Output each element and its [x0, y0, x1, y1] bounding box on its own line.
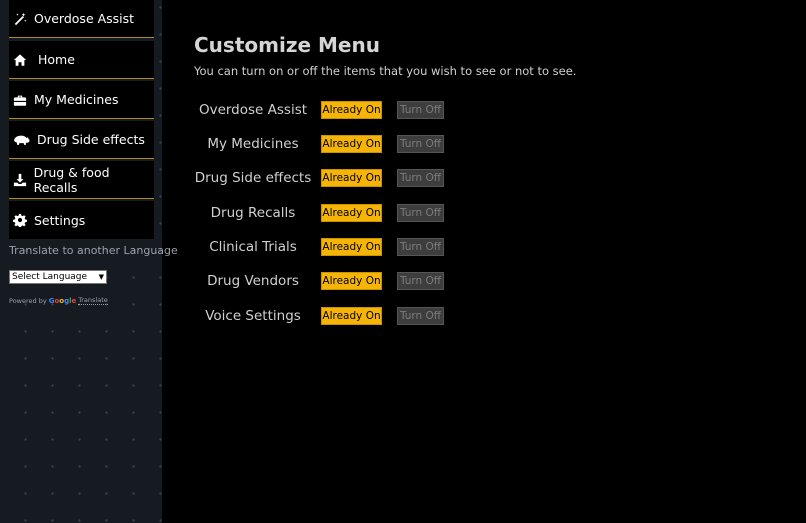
medicine-kit-icon [12, 92, 28, 108]
sidebar-item-label: Home [38, 52, 75, 67]
language-select-value: Select Language [12, 272, 88, 282]
already-on-button[interactable]: Already On [321, 238, 382, 256]
home-icon [12, 52, 28, 68]
menu-toggle-row: Drug Side effects Already On Turn Off [194, 168, 444, 188]
app: Overdose Assist Home My Medicines Drug S… [0, 0, 806, 523]
gear-icon [12, 212, 28, 228]
sidebar-item-label: My Medicines [34, 92, 119, 107]
menu-item-label: Voice Settings [205, 308, 301, 324]
menu-item-label: Clinical Trials [209, 239, 297, 255]
language-select[interactable]: Select Language ▼ [9, 270, 107, 284]
magic-wand-icon [12, 11, 28, 27]
translate-label: Translate to another Language [9, 244, 178, 257]
turn-off-button[interactable]: Turn Off [397, 238, 444, 256]
google-logo: Google [48, 296, 77, 305]
turn-off-button[interactable]: Turn Off [397, 204, 444, 222]
page-subtitle: You can turn on or off the items that yo… [194, 64, 577, 78]
sidebar-item-drug-food-recalls[interactable]: Drug & food Recalls [9, 161, 154, 199]
menu-toggle-row: Clinical Trials Already On Turn Off [194, 237, 444, 257]
sidebar-item-label: Settings [34, 212, 86, 228]
sidebar-item-settings[interactable]: Settings [9, 201, 154, 239]
chevron-down-icon: ▼ [98, 273, 104, 281]
powered-by-label: Powered by [9, 296, 47, 305]
sidebar-item-drug-side-effects[interactable]: Drug Side effects [9, 121, 154, 159]
turn-off-button[interactable]: Turn Off [397, 272, 444, 290]
already-on-button[interactable]: Already On [321, 307, 382, 325]
menu-item-label: Drug Vendors [207, 273, 299, 289]
sidebar-item-label: Drug Side effects [37, 132, 145, 147]
download-icon [12, 172, 28, 188]
already-on-button[interactable]: Already On [321, 135, 382, 153]
menu-toggle-row: Overdose Assist Already On Turn Off [194, 100, 444, 120]
turn-off-button[interactable]: Turn Off [397, 169, 444, 187]
sidebar-item-overdose-assist[interactable]: Overdose Assist [9, 0, 154, 38]
turn-off-button[interactable]: Turn Off [397, 307, 444, 325]
already-on-button[interactable]: Already On [321, 169, 382, 187]
menu-item-label: Drug Recalls [210, 205, 296, 221]
turn-off-button[interactable]: Turn Off [397, 135, 444, 153]
menu-toggle-row: Voice Settings Already On Turn Off [194, 306, 444, 326]
already-on-button[interactable]: Already On [321, 204, 382, 222]
turn-off-button[interactable]: Turn Off [397, 101, 444, 119]
hippo-icon [12, 132, 31, 148]
menu-item-label: Drug Side effects [194, 170, 312, 186]
translate-link[interactable]: Translate [78, 296, 108, 305]
menu-toggle-row: My Medicines Already On Turn Off [194, 134, 444, 154]
already-on-button[interactable]: Already On [321, 272, 382, 290]
sidebar-item-label: Overdose Assist [34, 11, 135, 26]
menu-toggle-row: Drug Vendors Already On Turn Off [194, 271, 444, 291]
sidebar-item-home[interactable]: Home [9, 41, 154, 79]
sidebar: Overdose Assist Home My Medicines Drug S… [0, 0, 178, 523]
page-title: Customize Menu [194, 33, 380, 57]
menu-item-label: My Medicines [207, 136, 299, 152]
already-on-button[interactable]: Already On [321, 101, 382, 119]
menu-item-label: Overdose Assist [198, 102, 308, 118]
menu-toggle-row: Drug Recalls Already On Turn Off [194, 203, 444, 223]
google-translate-attribution: Powered by Google Translate [9, 296, 108, 305]
sidebar-item-my-medicines[interactable]: My Medicines [9, 81, 154, 119]
sidebar-item-label: Drug & food Recalls [33, 164, 110, 195]
